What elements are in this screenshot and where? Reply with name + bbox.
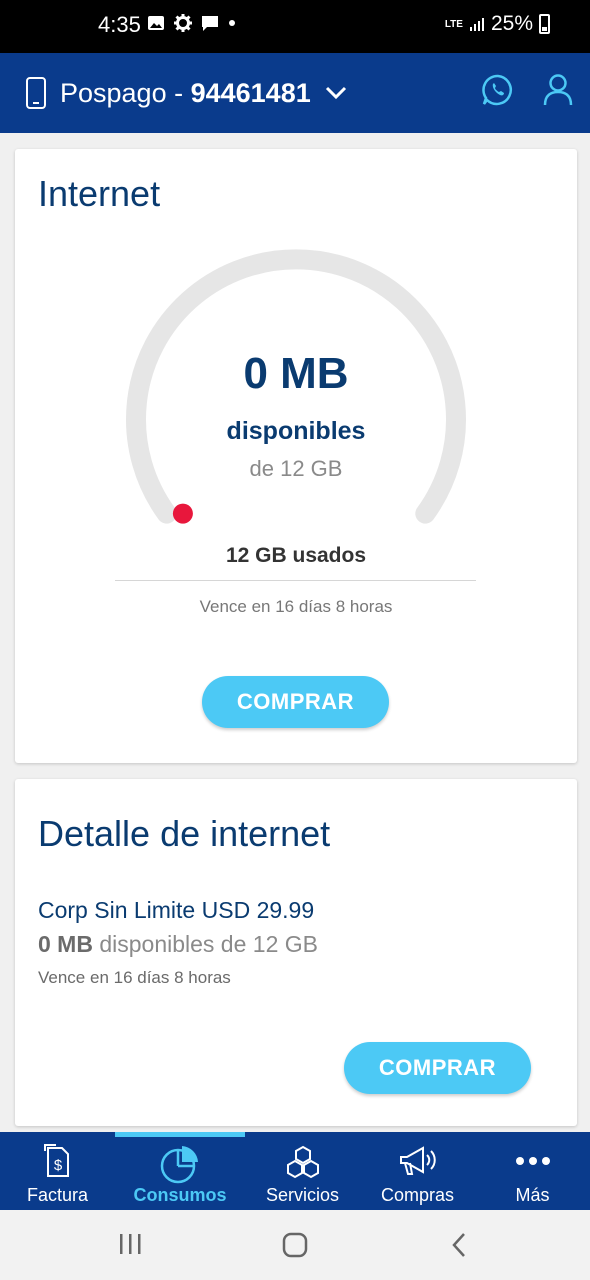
divider	[115, 580, 476, 581]
nav-label: Más	[515, 1185, 550, 1205]
app-header: Pospago - 94461481	[0, 53, 590, 133]
megaphone-icon	[399, 1146, 436, 1175]
nav-item-mas[interactable]: Más	[475, 1132, 590, 1210]
signal-icon	[469, 18, 484, 31]
hexagons-icon	[286, 1145, 319, 1179]
status-time: 4:35	[98, 12, 141, 37]
internet-card: Internet 0 MB disponibles de 12 GB 12 GB…	[15, 149, 577, 763]
message-icon	[202, 15, 218, 31]
recent-apps-icon[interactable]	[118, 1232, 142, 1256]
plan-label: Pospago - 94461481	[60, 78, 311, 109]
detail-buy-button[interactable]: COMPRAR	[344, 1042, 531, 1094]
available-data-value: 0 MB	[243, 349, 349, 398]
dot-icon	[229, 20, 235, 26]
whatsapp-icon[interactable]	[481, 73, 515, 107]
plan-selector[interactable]: Pospago - 94461481	[26, 77, 347, 109]
nav-label: Servicios	[265, 1185, 340, 1205]
nav-item-factura[interactable]: $ Factura	[0, 1132, 115, 1210]
system-indicators: LTE 25%	[445, 12, 550, 36]
battery-percent: 25%	[490, 12, 533, 35]
notification-icons	[147, 14, 236, 32]
plan-availability: 0 MB disponibles de 12 GB	[38, 931, 318, 958]
available-data-label: disponibles	[226, 417, 366, 445]
invoice-icon: $	[43, 1144, 69, 1177]
chevron-down-icon	[325, 86, 346, 100]
nav-item-consumos[interactable]: Consumos	[115, 1132, 245, 1210]
home-icon[interactable]	[282, 1232, 308, 1258]
gauge-indicator-dot	[172, 503, 193, 524]
plan-available-rest: disponibles de 12 GB	[92, 931, 318, 957]
plan-prefix: Pospago -	[60, 77, 191, 108]
svg-text:$: $	[53, 1157, 62, 1174]
plan-available-value: 0 MB	[38, 931, 93, 957]
status-bar: 4:35 LTE 25%	[0, 0, 590, 53]
nav-label: Consumos	[133, 1185, 227, 1205]
gallery-icon	[148, 16, 164, 30]
network-type: LTE	[444, 18, 463, 30]
plan-number: 94461481	[190, 77, 311, 108]
expiry-label: Vence en 16 días 8 horas	[199, 597, 393, 616]
settings-icon	[174, 14, 192, 32]
mobile-phone-icon	[26, 77, 46, 109]
user-profile-icon[interactable]	[542, 73, 574, 107]
plan-name: Corp Sin Limite USD 29.99	[38, 897, 315, 923]
system-navigation-bar	[0, 1210, 590, 1280]
buy-button[interactable]: COMPRAR	[202, 676, 389, 728]
bottom-navigation: $ Factura Consumos Servicios Compras Más	[0, 1132, 590, 1210]
more-dots-icon	[515, 1157, 550, 1165]
internet-detail-card: Detalle de internet Corp Sin Limite USD …	[15, 779, 577, 1126]
nav-item-servicios[interactable]: Servicios	[245, 1132, 360, 1210]
active-tab-indicator	[115, 1132, 245, 1137]
detail-card-title: Detalle de internet	[38, 813, 331, 854]
nav-item-compras[interactable]: Compras	[360, 1132, 475, 1210]
pie-chart-icon	[160, 1146, 198, 1184]
total-data-label: de 12 GB	[249, 456, 343, 481]
plan-expiry: Vence en 16 días 8 horas	[38, 968, 231, 987]
nav-label: Factura	[26, 1185, 89, 1205]
battery-icon	[539, 14, 550, 34]
back-icon[interactable]	[451, 1232, 467, 1258]
nav-label: Compras	[380, 1185, 455, 1205]
used-data-label: 12 GB usados	[225, 544, 367, 567]
